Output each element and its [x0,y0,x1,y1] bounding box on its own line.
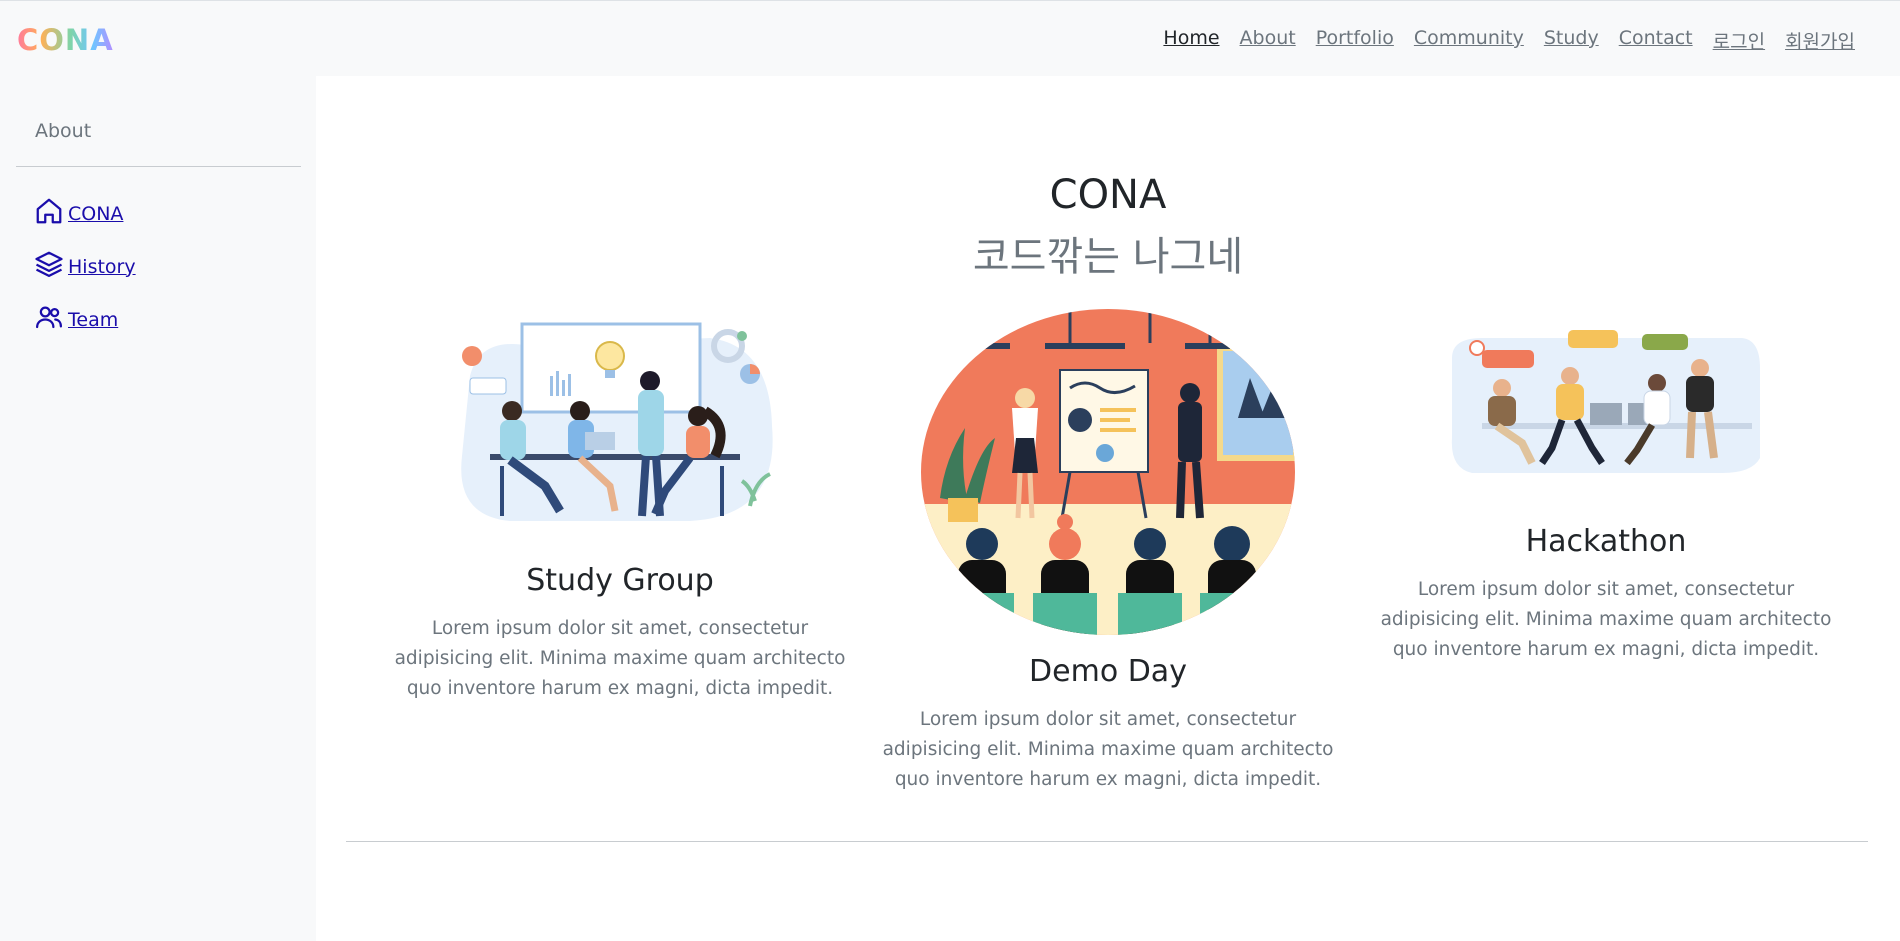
feature-title: Hackathon [1525,524,1687,559]
main-content: CONA 코드깎는 나그네 Study Group Lorem ipsum do… [316,76,1900,941]
feature-study-group: Study Group Lorem ipsum dolor sit amet, … [380,563,860,704]
nav-study[interactable]: Study [1544,27,1599,54]
sidebar-item-label: Team [68,308,119,331]
sidebar-item-history[interactable]: History [34,249,136,284]
sidebar-title: About [35,120,92,142]
feature-title: Demo Day [1029,654,1187,689]
demo-day-illustration [921,309,1295,635]
layers-icon [34,249,64,284]
feature-description: Lorem ipsum dolor sit amet, consectetur … [394,618,846,699]
nav-portfolio[interactable]: Portfolio [1316,27,1394,54]
feature-title: Study Group [526,563,714,598]
nav-contact[interactable]: Contact [1619,27,1693,54]
sidebar-item-label: CONA [68,202,124,225]
feature-hackathon: Hackathon Lorem ipsum dolor sit amet, co… [1376,524,1836,665]
nav-signup[interactable]: 회원가입 [1785,27,1855,54]
feature-description: Lorem ipsum dolor sit amet, consectetur … [1380,579,1832,660]
brand-logo[interactable]: CONA [17,23,114,57]
sidebar-divider [16,166,301,167]
page-subtitle: 코드깎는 나그네 [972,234,1244,280]
feature-demo-day: Demo Day Lorem ipsum dolor sit amet, con… [878,654,1338,795]
sidebar-item-cona[interactable]: CONA [34,196,123,231]
main-nav: Home About Portfolio Community Study Con… [1163,27,1855,54]
nav-login[interactable]: 로그인 [1713,27,1765,54]
top-navbar: CONA Home About Portfolio Community Stud… [0,0,1900,76]
users-icon [34,302,64,337]
nav-home[interactable]: Home [1163,27,1219,54]
hackathon-illustration [1451,330,1760,473]
sidebar: About CONA History Team [0,76,316,941]
feature-description: Lorem ipsum dolor sit amet, consectetur … [882,709,1334,790]
sidebar-item-team[interactable]: Team [34,302,118,337]
home-icon [34,196,64,231]
sidebar-item-label: History [68,255,136,278]
section-divider [346,841,1868,842]
nav-community[interactable]: Community [1414,27,1524,54]
page-title: CONA [1049,172,1167,218]
nav-about[interactable]: About [1240,27,1296,54]
study-group-illustration [461,322,773,521]
